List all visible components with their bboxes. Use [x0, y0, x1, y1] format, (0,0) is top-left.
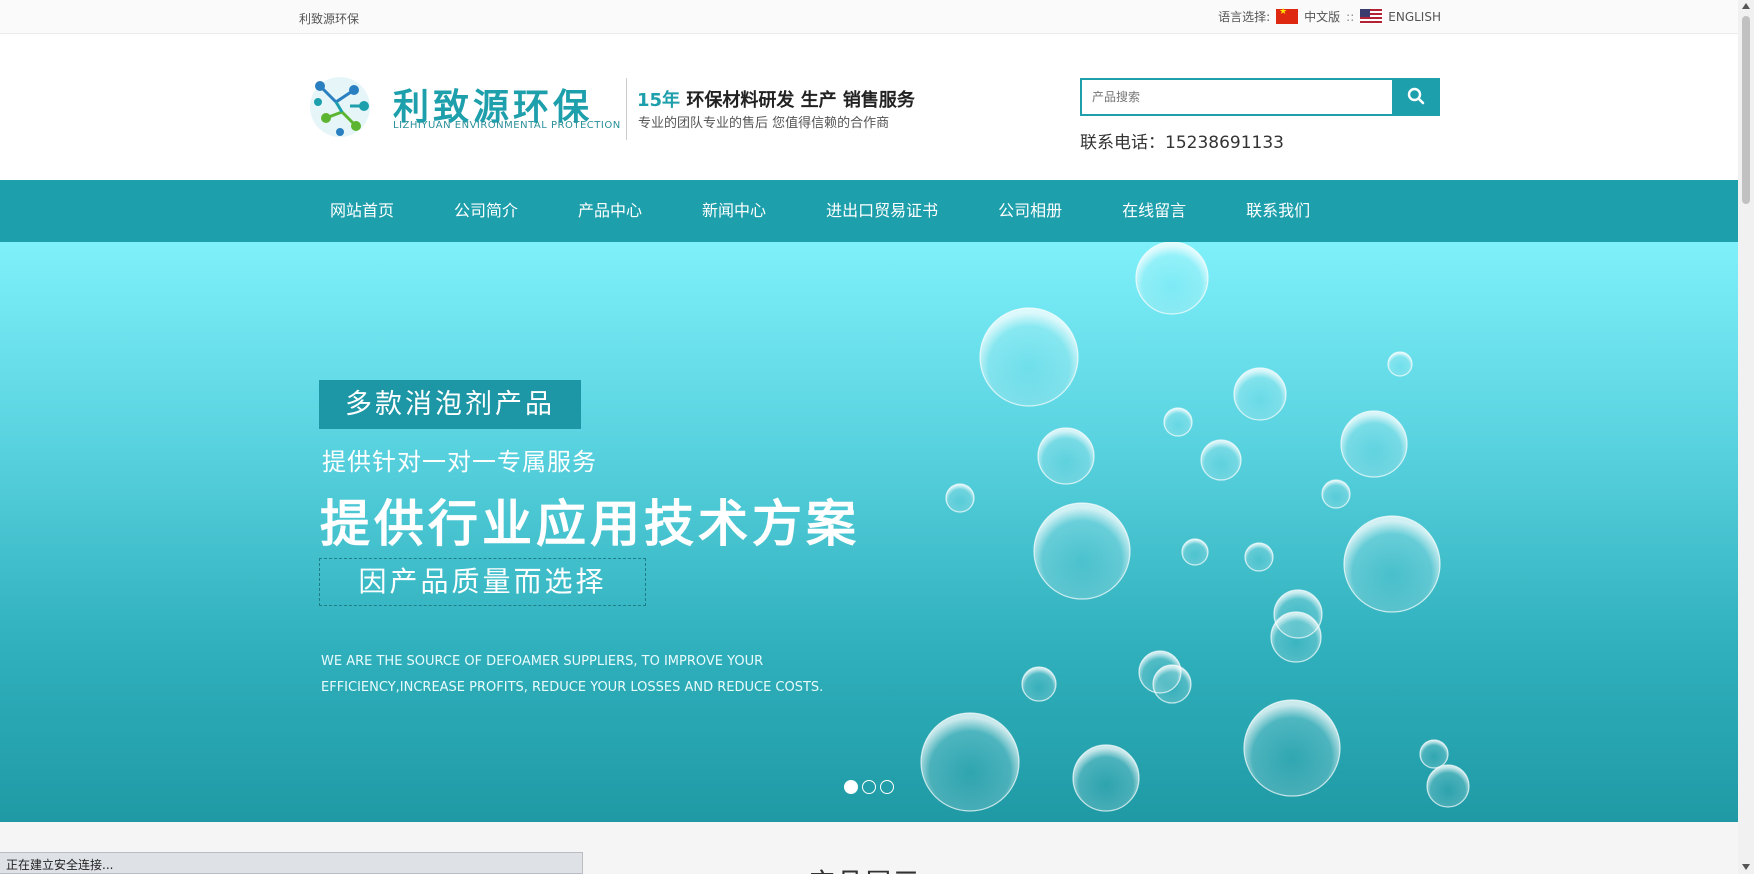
nav-item-about[interactable]: 公司简介 [424, 180, 548, 242]
nav-item-contact[interactable]: 联系我们 [1216, 180, 1340, 242]
top-bar: 利致源环保 语言选择: 中文版 :: ENGLISH [0, 0, 1738, 34]
banner-english-text: WE ARE THE SOURCE OF DEFOAMER SUPPLIERS,… [321, 649, 881, 701]
contact-phone: 联系电话：15238691133 [1080, 133, 1284, 153]
language-label: 语言选择: [1218, 10, 1271, 24]
slogan-years: 15年 [637, 90, 681, 111]
nav-list: 网站首页 公司简介 产品中心 新闻中心 进出口贸易证书 公司相册 在线留言 联系… [300, 180, 1340, 242]
bubbles-decoration [920, 242, 1470, 812]
nav-item-products[interactable]: 产品中心 [548, 180, 672, 242]
search-icon [1407, 87, 1425, 104]
lang-english-link[interactable]: ENGLISH [1388, 10, 1441, 24]
nav-item-news[interactable]: 新闻中心 [672, 180, 796, 242]
logo-subtext: LIZHIYUAN ENVIRONMENTAL PROTECTION [393, 120, 621, 131]
banner-english-line-1: WE ARE THE SOURCE OF DEFOAMER SUPPLIERS,… [321, 654, 764, 669]
banner-boxed-text: 因产品质量而选择 [319, 558, 646, 606]
nav-item-certificates[interactable]: 进出口贸易证书 [796, 180, 968, 242]
slider-dot-2[interactable] [862, 780, 876, 794]
slider-dot-3[interactable] [880, 780, 894, 794]
header-divider [626, 78, 627, 140]
lang-chinese-link[interactable]: 中文版 [1304, 8, 1340, 25]
scroll-up-icon[interactable] [1742, 3, 1750, 9]
slogan-text: 环保材料研发 生产 销售服务 [680, 90, 915, 111]
banner-subline: 提供针对一对一专属服务 [322, 448, 597, 476]
browser-status-bar: 正在建立安全连接... [0, 852, 583, 874]
language-selector: 语言选择: 中文版 :: ENGLISH [1218, 7, 1441, 25]
page: 利致源环保 语言选择: 中文版 :: ENGLISH 利致源环保 [0, 0, 1754, 874]
scroll-thumb[interactable] [1742, 16, 1750, 204]
slogan-subtitle: 专业的团队专业的售后 您值得信赖的合作商 [638, 116, 890, 131]
banner-english-line-2: EFFICIENCY,INCREASE PROFITS, REDUCE YOUR… [321, 680, 824, 695]
china-flag-icon[interactable] [1276, 7, 1299, 24]
banner-headline: 提供行业应用技术方案 [320, 495, 860, 553]
main-nav: 网站首页 公司简介 产品中心 新闻中心 进出口贸易证书 公司相册 在线留言 联系… [0, 180, 1738, 242]
nav-item-album[interactable]: 公司相册 [968, 180, 1092, 242]
product-search-input[interactable] [1080, 78, 1394, 116]
hero-banner[interactable]: 多款消泡剂产品 提供针对一对一专属服务 提供行业应用技术方案 因产品质量而选择 … [0, 242, 1738, 822]
section-title: 产品展示 [808, 862, 920, 874]
lang-separator: :: [1346, 9, 1355, 24]
vertical-scrollbar[interactable] [1738, 0, 1754, 874]
nav-item-home[interactable]: 网站首页 [300, 180, 424, 242]
logo-icon[interactable] [306, 72, 374, 142]
us-flag-icon[interactable] [1360, 9, 1383, 24]
header: 利致源环保 LIZHIYUAN ENVIRONMENTAL PROTECTION… [0, 34, 1738, 180]
banner-tag: 多款消泡剂产品 [319, 380, 581, 429]
nav-item-message[interactable]: 在线留言 [1092, 180, 1216, 242]
slider-dot-1[interactable] [844, 780, 858, 794]
slider-dots [844, 780, 894, 794]
slogan: 15年 环保材料研发 生产 销售服务 [637, 86, 915, 112]
scroll-down-icon[interactable] [1742, 864, 1750, 870]
site-name: 利致源环保 [299, 12, 360, 26]
search-button[interactable] [1392, 78, 1440, 116]
